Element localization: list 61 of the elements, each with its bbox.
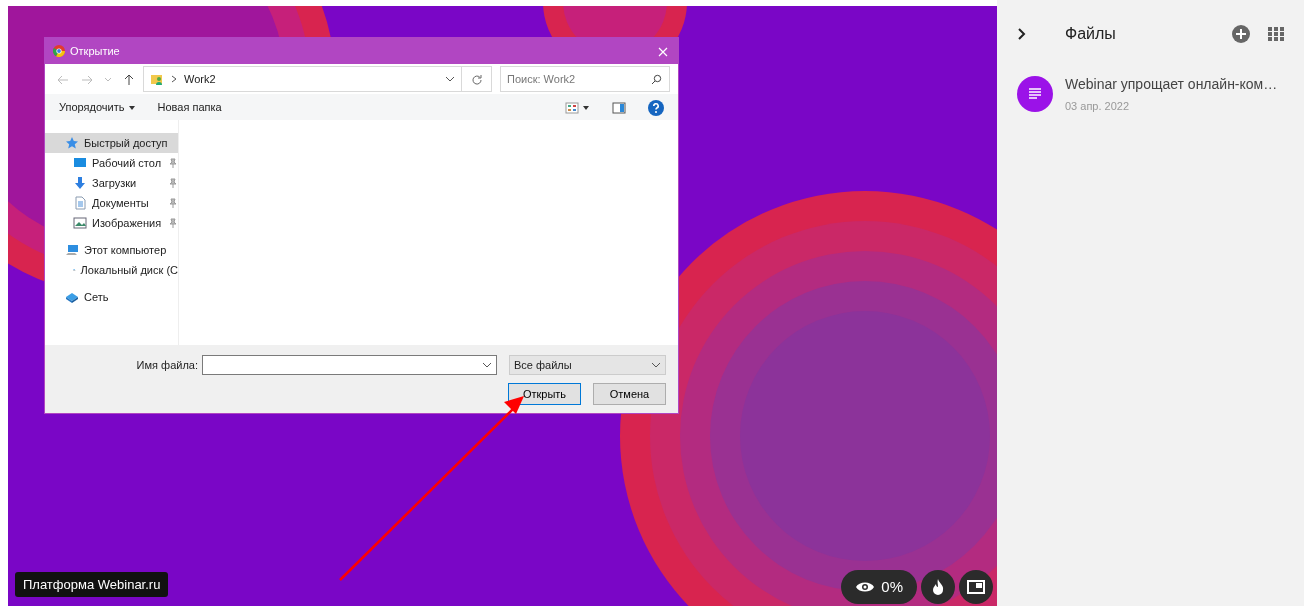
up-arrow-icon [122,72,136,87]
nav-item[interactable]: Документы [45,193,178,213]
document-icon [73,196,87,210]
file-date: 03 апр. 2022 [1065,99,1131,114]
add-button[interactable] [1232,25,1250,43]
toolbar-button[interactable]: Новая папка [149,96,230,118]
pin-icon [168,158,178,168]
filename-label: Имя файла: [136,357,198,373]
address-bar[interactable]: Work2 [143,66,462,92]
picture-in-picture-icon [967,580,985,594]
monitor-icon [73,156,87,170]
platform-badge: Платформа Webinar.ru [15,571,169,597]
path-text: Work2 [184,71,217,87]
network-icon [65,290,79,304]
file-title[interactable]: Webinar упрощает онлайн-ком… [1065,74,1278,95]
star-icon [65,136,79,150]
collapse-button[interactable] [1017,27,1027,41]
file-type-dropdown[interactable]: Все файлы [509,355,666,375]
filename-field[interactable] [202,355,497,375]
nav-item[interactable]: Быстрый доступ [45,133,178,153]
search-field[interactable]: Поиск: Work2 [500,66,670,92]
caret-icon [582,104,590,111]
search-icon [651,74,662,85]
browser-logo-icon [53,45,65,57]
pin-icon [168,218,178,228]
chevron-down-icon [651,360,661,370]
grid-view-button[interactable] [1268,27,1284,41]
pane-icon [612,101,626,114]
refresh-icon [470,73,483,86]
caret-icon [127,104,136,111]
dialog-button[interactable]: Отмена [593,383,666,405]
nav-item[interactable]: Изображения [45,213,178,233]
pin-icon [168,198,178,208]
chevron-down-icon [445,74,455,84]
chevron-down-icon [482,360,492,370]
chevron-right-icon [1017,27,1027,41]
dialog-button[interactable]: Открыть [508,383,581,405]
viewers-button[interactable]: 0% [841,570,917,604]
grid-icon [1268,27,1284,41]
computer-icon [65,243,79,257]
help-icon [648,99,664,116]
chevron-down-icon [104,77,112,83]
download-arrow-icon [73,176,87,190]
nav-item[interactable]: Загрузки [45,173,178,193]
pin-icon [168,178,178,188]
nav-item[interactable]: Рабочий стол [45,153,178,173]
picture-icon [73,216,87,230]
flame-icon [932,579,944,595]
refresh-button[interactable] [462,66,492,92]
chevron-right-icon [170,74,178,84]
plus-circle-icon [1232,25,1250,43]
panel-title: Файлы [1065,24,1117,44]
eye-icon [855,580,876,594]
document-icon [1017,76,1053,113]
dialog-title: Открытие [70,43,120,59]
toolbar-button[interactable]: Упорядочить [51,96,144,118]
nav-item[interactable]: Этот компьютер [45,240,178,260]
user-folder-icon [150,72,164,86]
nav-item[interactable]: Локальный диск (С [45,260,178,280]
nav-item[interactable]: Сеть [45,287,178,307]
view-grid-icon [564,101,579,114]
